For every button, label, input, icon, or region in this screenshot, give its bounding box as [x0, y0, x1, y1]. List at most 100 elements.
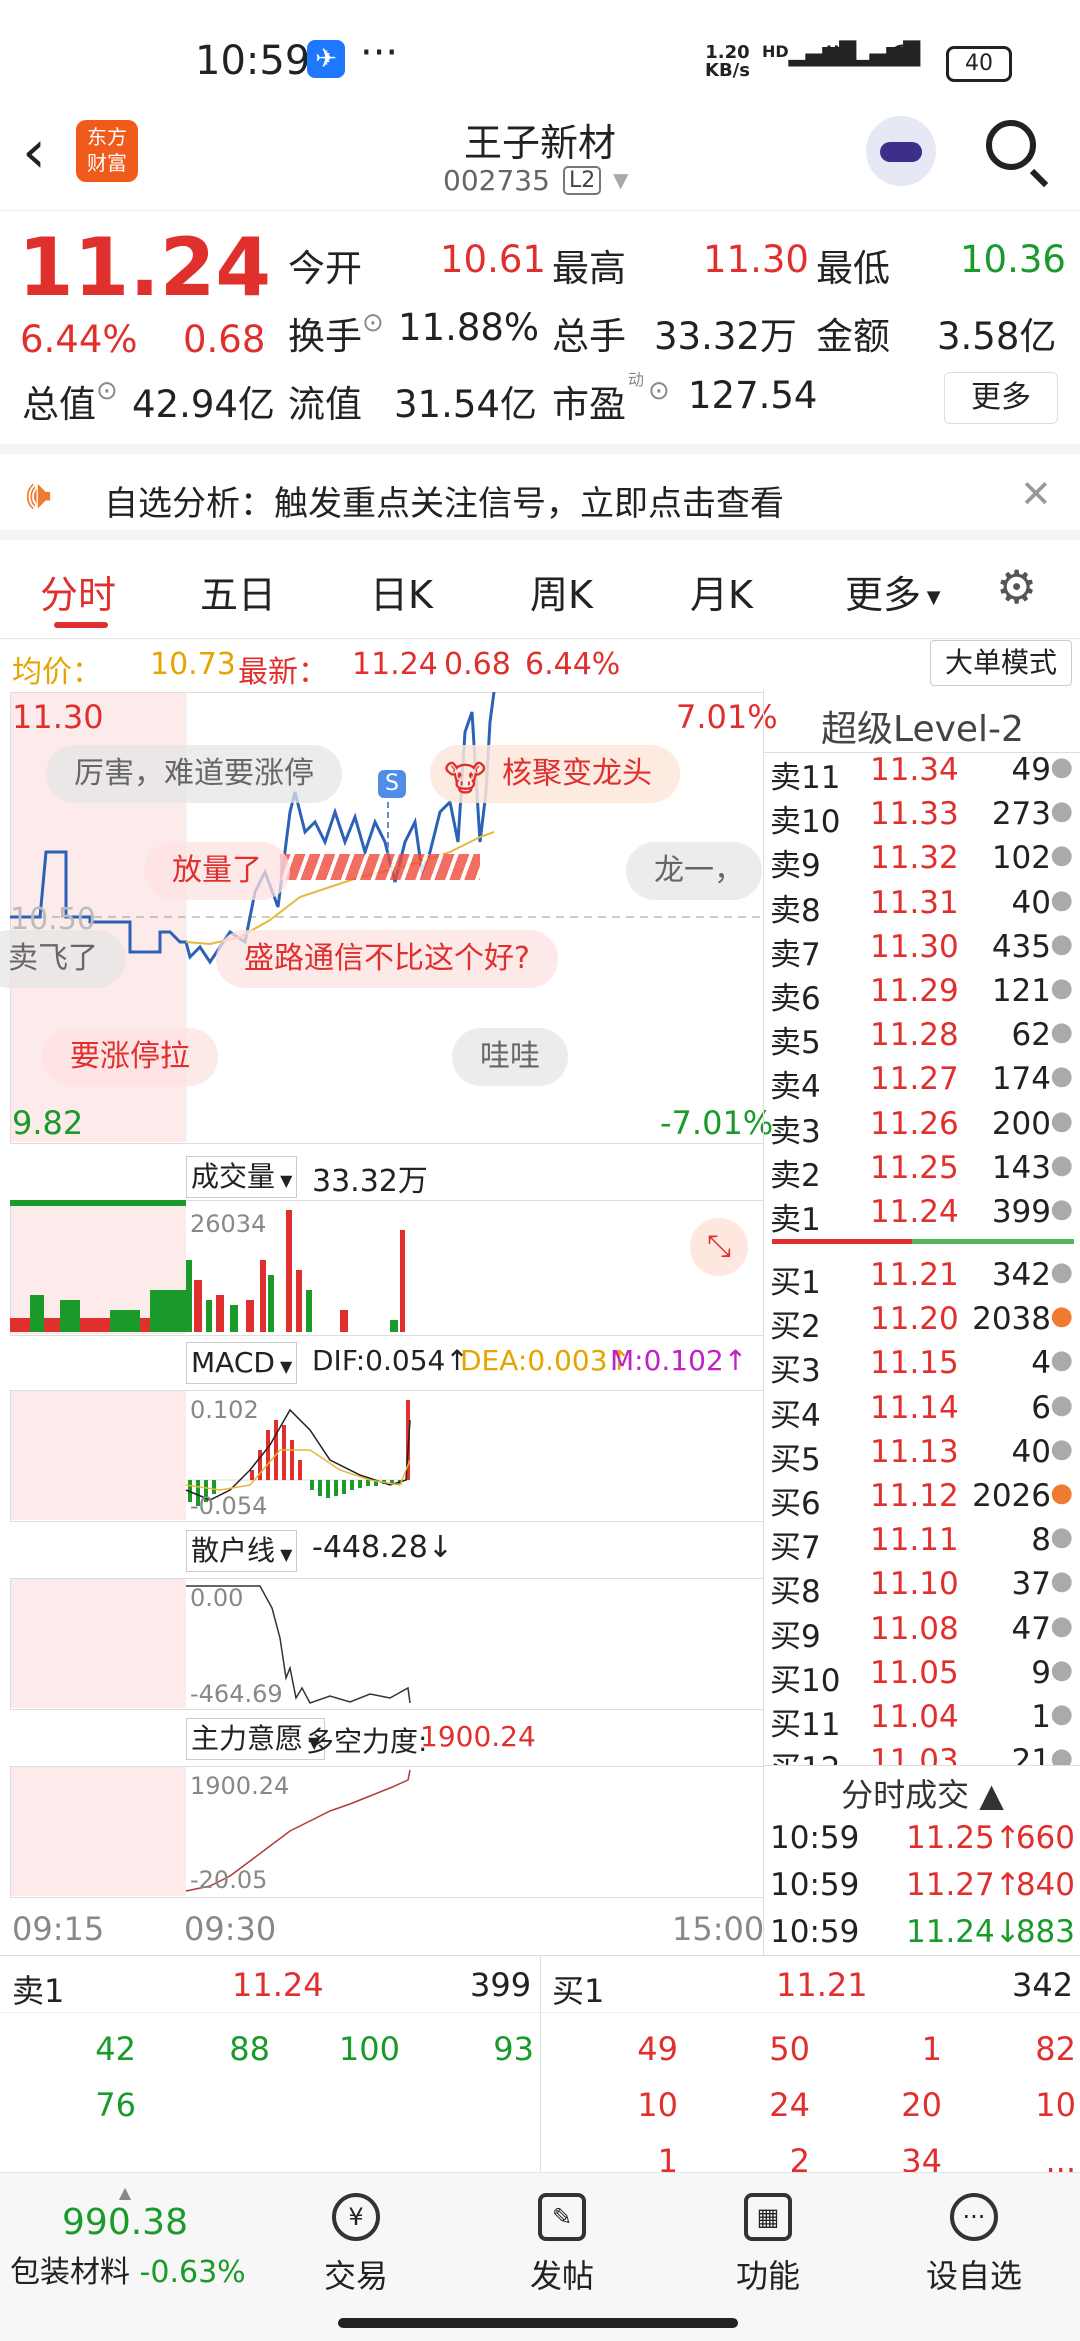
ask-order-row[interactable]: 卖3 11.26 200 ●: [764, 1106, 1080, 1150]
danmu-bubble[interactable]: 要涨停拉: [42, 1028, 218, 1086]
order-volume: 200: [991, 1105, 1051, 1142]
tab-five-day[interactable]: 五日: [200, 564, 276, 619]
tab-more[interactable]: 更多 ▼: [845, 564, 941, 619]
bid-order-row[interactable]: 买10 11.05 9 ●: [764, 1655, 1080, 1699]
gear-icon[interactable]: ⚙: [996, 560, 1037, 614]
ask-order-row[interactable]: 卖4 11.27 174 ●: [764, 1061, 1080, 1105]
bid-order-row[interactable]: 买7 11.11 8 ●: [764, 1522, 1080, 1566]
order-price: 11.34: [870, 752, 959, 788]
order-volume: 342: [991, 1257, 1051, 1293]
volume-value: 33.32万: [654, 315, 797, 358]
nav-add-watchlist[interactable]: ··· 设自选: [914, 2185, 1034, 2297]
order-volume: 2038: [972, 1301, 1051, 1338]
notice-banner[interactable]: 🕪 自选分析：触发重点关注信号，立即点击查看 ✕: [0, 444, 1080, 540]
ask-order-row[interactable]: 卖7 11.30 435 ●: [764, 929, 1080, 973]
buy1-price: 11.21: [776, 1966, 868, 2004]
level-badge[interactable]: L2: [563, 166, 602, 195]
bid-order-row[interactable]: 买3 11.15 4 ●: [764, 1345, 1080, 1389]
order-dot-icon: ●: [1050, 1699, 1073, 1729]
change-value: 0.68: [183, 318, 266, 361]
chevron-down-icon[interactable]: ▼: [613, 168, 628, 192]
queue-volume: 100: [338, 2030, 400, 2068]
order-dot-icon: ●: [1050, 1017, 1073, 1048]
order-dot-icon: ●: [1050, 1389, 1073, 1420]
order-volume: 49: [1011, 752, 1051, 788]
sector-index[interactable]: ▲ 990.38 包装材料 -0.63%: [10, 2183, 260, 2291]
bid-order-row[interactable]: 买8 11.10 37 ●: [764, 1566, 1080, 1610]
tick-trades-header[interactable]: 分时成交 ▲: [764, 1770, 1080, 1816]
order-price: 11.13: [870, 1433, 959, 1470]
order-volume: 2026: [972, 1478, 1051, 1514]
ask-order-row[interactable]: 卖1 11.24 399 ●: [764, 1194, 1080, 1238]
tab-intraday[interactable]: 分时: [40, 564, 116, 619]
ask-order-row[interactable]: 卖10 11.33 273 ●: [764, 796, 1080, 840]
bid-order-row[interactable]: 买2 11.20 2038 ●: [764, 1301, 1080, 1345]
order-level-label: 买1: [770, 1265, 821, 1301]
order-volume: 102: [991, 840, 1051, 877]
danmu-bubble[interactable]: 盛路通信不比这个好?: [216, 930, 558, 988]
danmu-bubble[interactable]: 卖飞了: [0, 930, 126, 988]
ask-order-row[interactable]: 卖2 11.25 143 ●: [764, 1150, 1080, 1194]
ask-order-row[interactable]: 卖8 11.31 40 ●: [764, 885, 1080, 929]
volume-indicator-selector[interactable]: 成交量 ▼: [186, 1156, 298, 1198]
nav-trade[interactable]: ¥ 交易: [296, 2185, 416, 2297]
more-button[interactable]: 更多: [944, 372, 1058, 424]
danmu-bubble[interactable]: 厉害，难道要涨停: [46, 745, 342, 803]
danmu-bubble[interactable]: 🐮 核聚变龙头: [430, 745, 680, 803]
sell1-label: 卖1: [12, 1972, 65, 2010]
big-order-mode-button[interactable]: 大单模式: [930, 640, 1072, 686]
notice-text: 自选分析：触发重点关注信号，立即点击查看: [104, 484, 784, 524]
home-indicator: [338, 2318, 738, 2328]
order-volume: 399: [991, 1194, 1051, 1230]
chart-top-price: 11.30: [12, 698, 104, 736]
tick-trade-row: 10:59 11.27↑ 840: [764, 1867, 1080, 1911]
order-price: 11.24: [870, 1194, 959, 1230]
expand-icon[interactable]: ⤡: [690, 1218, 748, 1276]
order-level-label: 买7: [770, 1530, 821, 1567]
retail-indicator-selector[interactable]: 散户线 ▼: [186, 1530, 298, 1572]
info-icon[interactable]: ⊙: [362, 308, 384, 338]
bid-order-row[interactable]: 买1 11.21 342 ●: [764, 1257, 1080, 1301]
ask-order-row[interactable]: 卖5 11.28 62 ●: [764, 1017, 1080, 1061]
queue-volume: 10: [1035, 2086, 1076, 2124]
danmu-bubble[interactable]: 放量了: [144, 842, 290, 900]
order-price: 11.31: [870, 884, 959, 921]
bid-order-row[interactable]: 买6 11.12 2026 ●: [764, 1478, 1080, 1522]
danmu-bubble[interactable]: 龙一，: [626, 842, 762, 900]
ask-order-row[interactable]: 卖6 11.29 121 ●: [764, 973, 1080, 1017]
danmu-bubble[interactable]: 哇哇: [452, 1028, 568, 1086]
info-icon[interactable]: ⊙: [96, 376, 118, 406]
retail-value: -448.28↓: [312, 1530, 453, 1565]
bid-order-row[interactable]: 买11 11.04 1 ●: [764, 1699, 1080, 1743]
order-level-label: 卖1: [770, 1202, 821, 1238]
open-value: 10.61: [440, 238, 546, 281]
ask-order-row[interactable]: 卖11 11.34 49 ●: [764, 752, 1080, 796]
order-dot-icon: ●: [1050, 884, 1073, 915]
ask-order-row[interactable]: 卖9 11.32 102 ●: [764, 840, 1080, 884]
order-dot-icon: ●: [1050, 928, 1073, 959]
search-icon[interactable]: [986, 120, 1036, 170]
macd-indicator-selector[interactable]: MACD ▼: [186, 1342, 298, 1384]
current-price: 11.24: [18, 221, 272, 314]
order-queue-panel: 卖1 11.24 399 买1 11.21 342 42 88 100 93 76 49…: [0, 1955, 1080, 2180]
macd-dif: DIF:0.054↑: [312, 1344, 469, 1377]
tab-weekly-k[interactable]: 周K: [530, 564, 593, 619]
level2-title[interactable]: 超级Level-2: [764, 700, 1080, 753]
tab-daily-k[interactable]: 日K: [370, 564, 433, 619]
volume-max-label: 26034: [190, 1210, 267, 1238]
assistant-robot-icon[interactable]: [866, 116, 936, 186]
tab-monthly-k[interactable]: 月K: [690, 564, 753, 619]
info-icon[interactable]: ⊙: [648, 376, 670, 406]
order-level-label: 卖8: [770, 892, 821, 929]
nav-functions[interactable]: ▦ 功能: [708, 2185, 828, 2297]
s-marker-badge[interactable]: S: [378, 770, 406, 798]
queue-volume: 1: [921, 2030, 942, 2068]
bid-order-row[interactable]: 买5 11.13 40 ●: [764, 1434, 1080, 1478]
nav-post[interactable]: ✎ 发帖: [502, 2185, 622, 2297]
queue-volume: 93: [493, 2030, 534, 2068]
close-icon[interactable]: ✕: [1020, 472, 1052, 516]
bid-order-row[interactable]: 买4 11.14 6 ●: [764, 1390, 1080, 1434]
main-force-indicator-selector[interactable]: 主力意愿 ▼: [186, 1718, 326, 1760]
order-volume: 143: [991, 1149, 1051, 1186]
bid-order-row[interactable]: 买9 11.08 47 ●: [764, 1611, 1080, 1655]
